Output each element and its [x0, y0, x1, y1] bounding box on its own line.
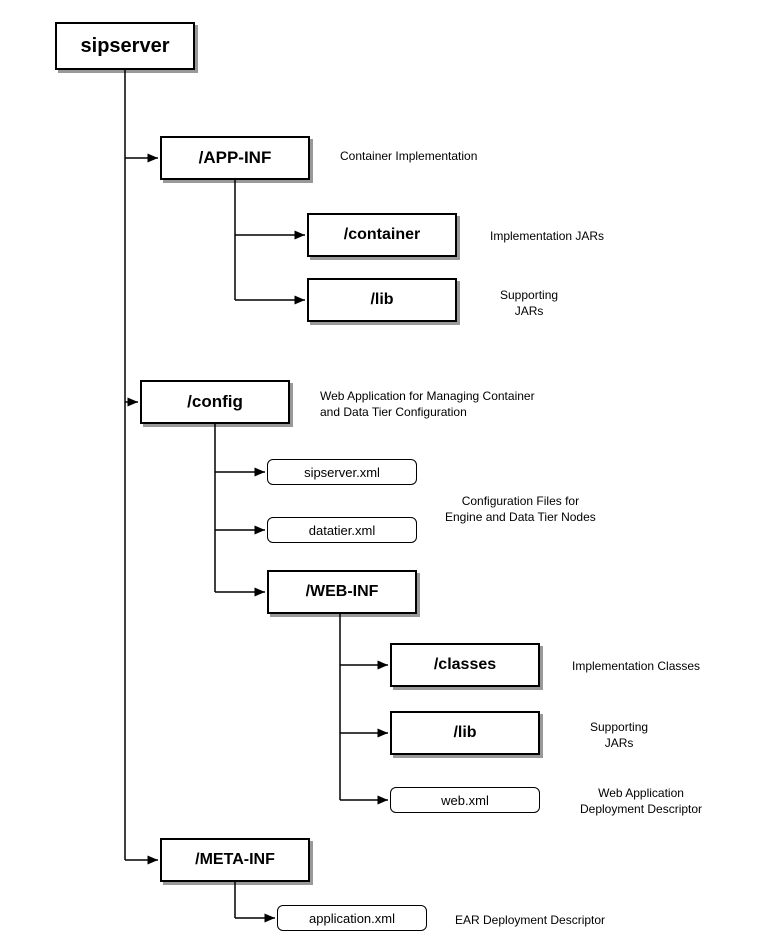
desc-appinf-lib: Supporting JARs — [500, 287, 558, 319]
desc-web-xml: Web Application Deployment Descriptor — [580, 785, 702, 817]
node-app-inf: /APP-INF — [160, 136, 310, 180]
node-label: /lib — [370, 291, 393, 309]
node-label: /config — [187, 392, 243, 412]
desc-container: Implementation JARs — [490, 228, 604, 244]
node-webinf-lib: /lib — [390, 711, 540, 755]
file-sipserver-xml: sipserver.xml — [267, 459, 417, 485]
node-container: /container — [307, 213, 457, 257]
file-web-xml: web.xml — [390, 787, 540, 813]
desc-application-xml: EAR Deployment Descriptor — [455, 912, 605, 928]
file-label: application.xml — [309, 911, 395, 926]
file-application-xml: application.xml — [277, 905, 427, 931]
node-config: /config — [140, 380, 290, 424]
node-meta-inf: /META-INF — [160, 838, 310, 882]
node-sipserver: sipserver — [55, 22, 195, 70]
node-appinf-lib: /lib — [307, 278, 457, 322]
desc-classes: Implementation Classes — [572, 658, 700, 674]
node-label: /container — [344, 226, 420, 244]
file-label: datatier.xml — [309, 523, 375, 538]
node-classes: /classes — [390, 643, 540, 687]
node-label: /lib — [453, 724, 476, 742]
node-label: /META-INF — [195, 851, 275, 869]
file-label: web.xml — [441, 793, 489, 808]
desc-config: Web Application for Managing Container a… — [320, 388, 535, 420]
node-label: /classes — [434, 656, 496, 674]
desc-config-files: Configuration Files for Engine and Data … — [445, 493, 596, 525]
desc-webinf-lib: Supporting JARs — [590, 719, 648, 751]
node-label: sipserver — [81, 35, 170, 58]
node-label: /APP-INF — [199, 148, 272, 168]
file-label: sipserver.xml — [304, 465, 380, 480]
desc-app-inf: Container Implementation — [340, 148, 477, 164]
file-datatier-xml: datatier.xml — [267, 517, 417, 543]
node-web-inf: /WEB-INF — [267, 570, 417, 614]
node-label: /WEB-INF — [306, 583, 379, 601]
